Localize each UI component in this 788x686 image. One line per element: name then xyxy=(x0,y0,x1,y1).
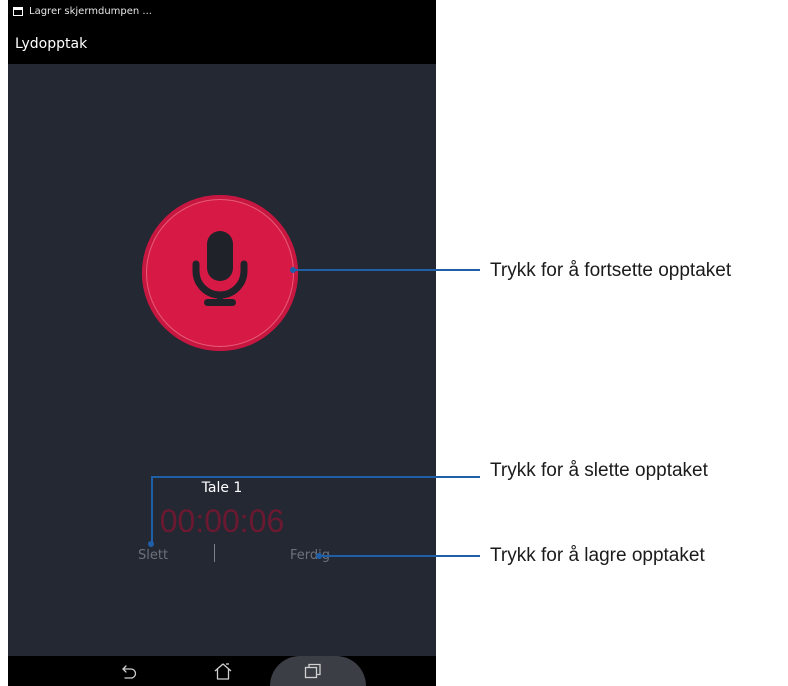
recording-name: Tale 1 xyxy=(201,480,243,496)
elapsed-timer: 00:00:06 xyxy=(159,503,285,539)
callout-delete-dot xyxy=(148,541,154,547)
status-bar: Lagrer skjermdumpen ... xyxy=(8,0,436,22)
back-icon[interactable] xyxy=(121,662,139,684)
callout-save-line xyxy=(319,555,480,557)
callout-delete-label: Trykk for å slette opptaket xyxy=(490,460,708,481)
app-title: Lydopptak xyxy=(15,36,88,52)
callout-delete-line-horizontal xyxy=(151,476,480,478)
callout-record-line xyxy=(293,269,480,271)
resume-record-button[interactable] xyxy=(142,195,298,351)
delete-button[interactable]: Slett xyxy=(138,548,168,563)
callout-record-label: Trykk for å fortsette opptaket xyxy=(490,260,732,281)
app-bar: Lydopptak xyxy=(8,22,436,64)
action-divider xyxy=(214,544,215,562)
screenshot-icon xyxy=(13,6,23,16)
home-icon[interactable] xyxy=(213,662,233,684)
recents-icon[interactable] xyxy=(304,662,322,684)
microphone-icon xyxy=(189,231,251,313)
device-screen: Lagrer skjermdumpen ... Lydopptak Tale 1… xyxy=(8,0,436,686)
callout-save-label: Trykk for å lagre opptaket xyxy=(490,545,705,566)
navigation-bar xyxy=(8,656,436,686)
status-notification-text: Lagrer skjermdumpen ... xyxy=(29,5,152,17)
callout-delete-line-vertical xyxy=(151,476,153,544)
